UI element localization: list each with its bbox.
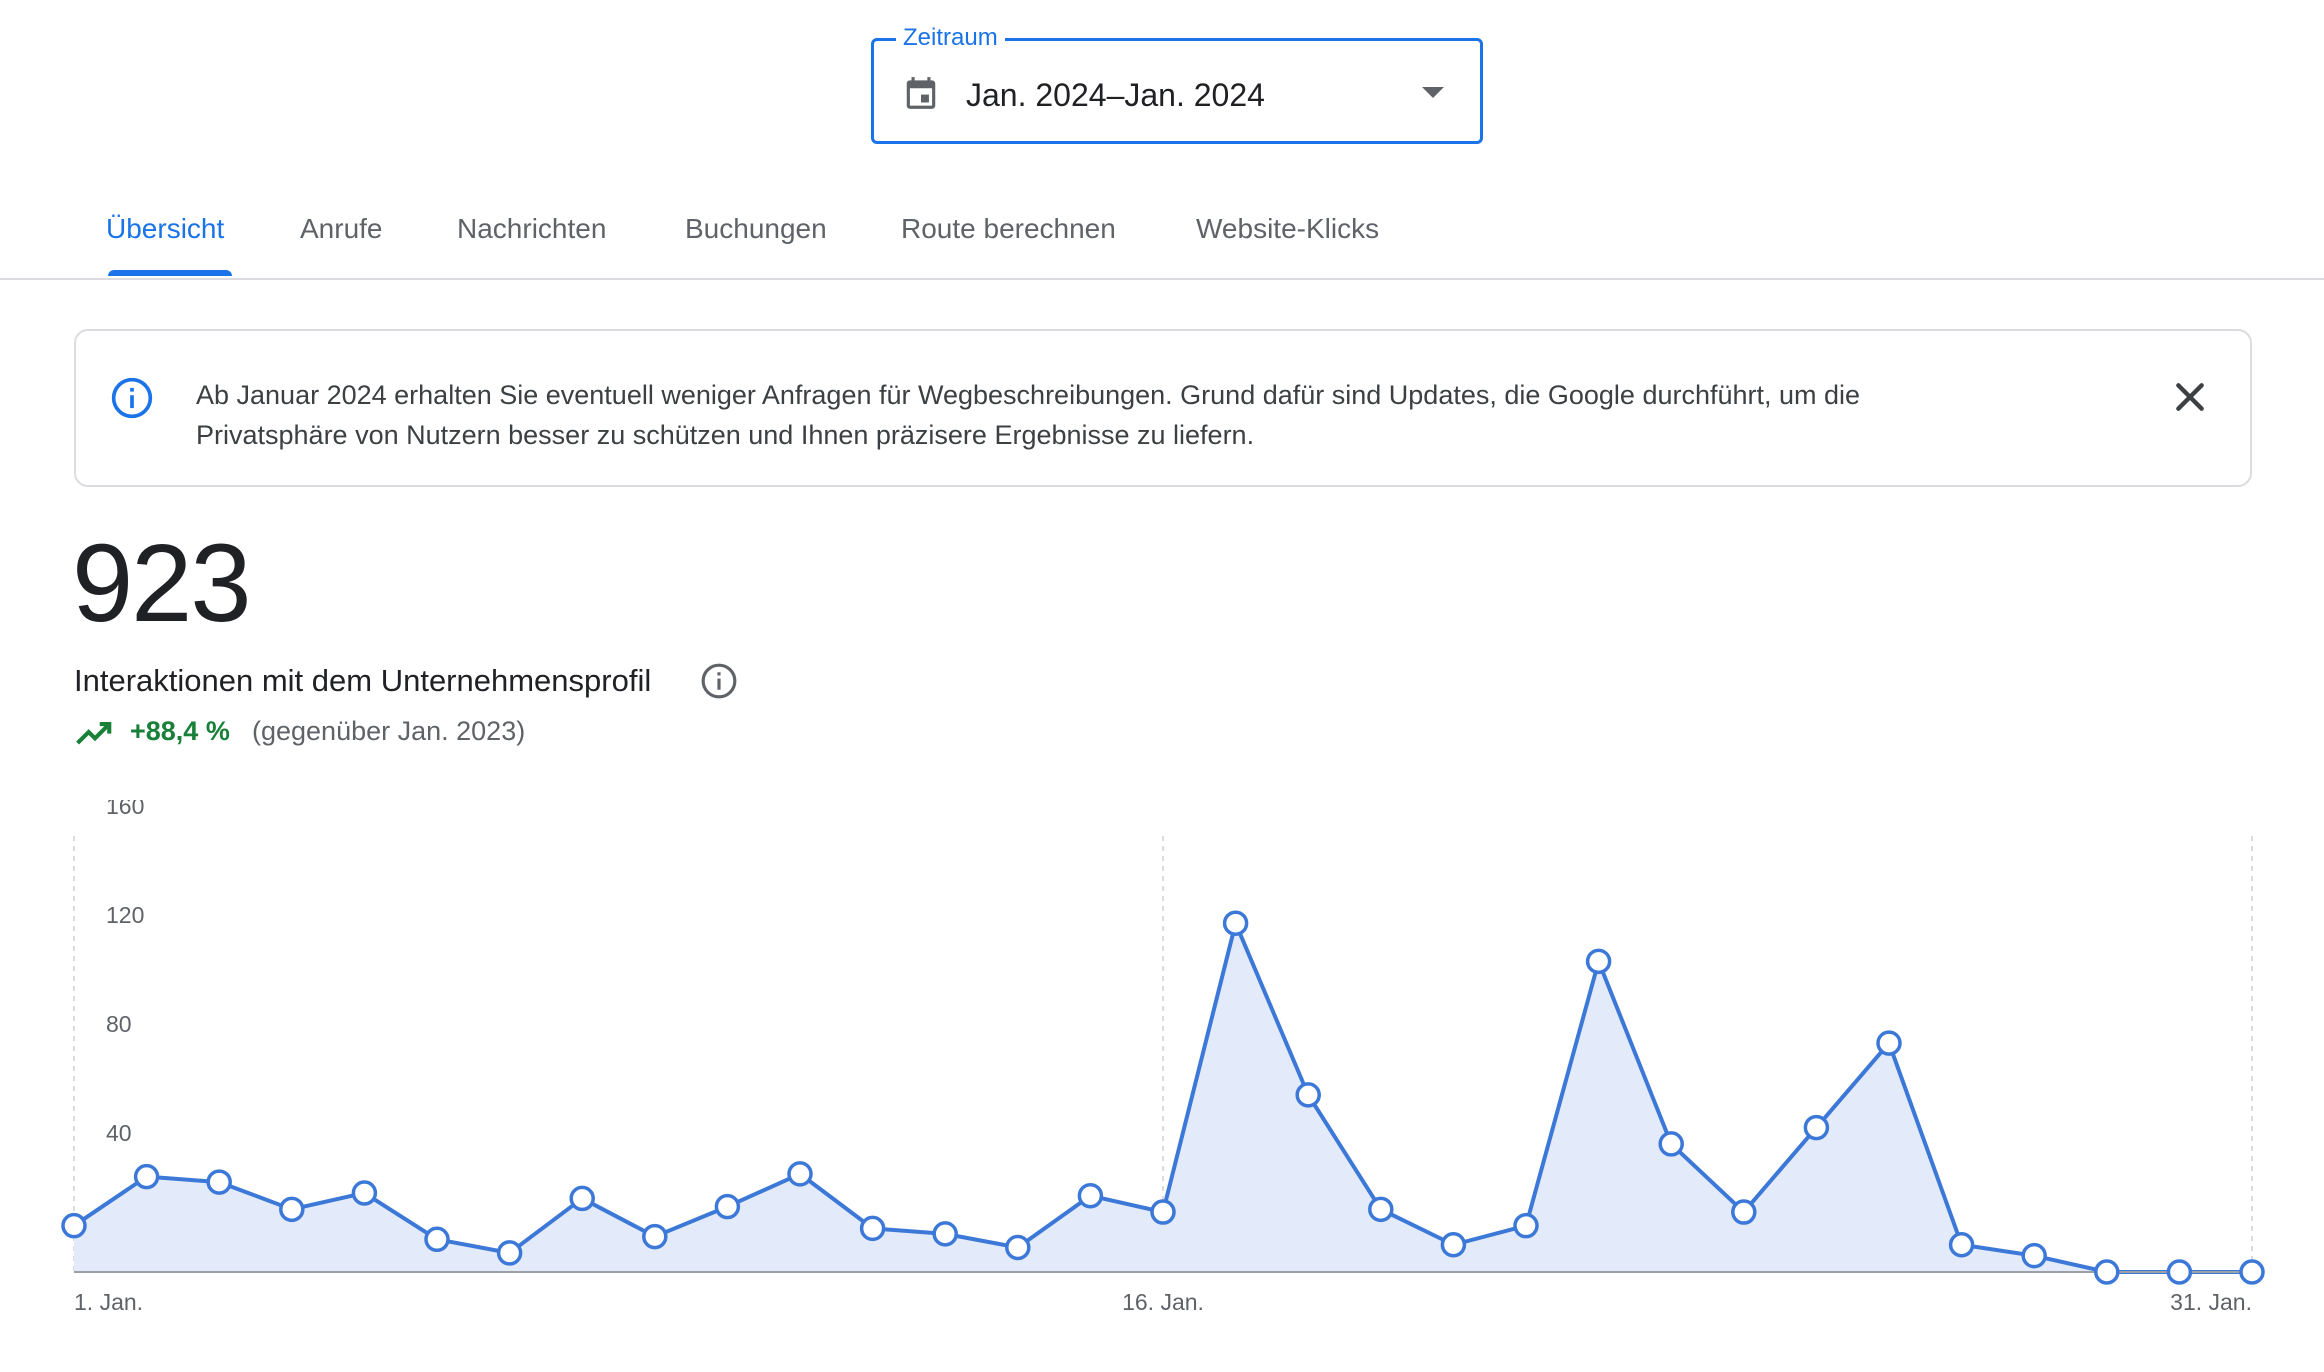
data-point[interactable]	[1440, 1232, 1467, 1258]
tab-overview[interactable]: Übersicht	[106, 212, 224, 246]
interactions-label: Interaktionen mit dem Unternehmensprofil	[74, 663, 652, 698]
data-point[interactable]	[932, 1221, 958, 1247]
data-point[interactable]	[1948, 1232, 1975, 1258]
date-range-label: Zeitraum	[896, 24, 1005, 52]
tabs-divider	[0, 278, 2324, 280]
trend-comparison: (gegenüber Jan. 2023)	[252, 716, 526, 746]
data-point[interactable]	[2166, 1259, 2193, 1285]
data-point[interactable]	[714, 1193, 741, 1220]
data-point[interactable]	[1005, 1234, 1031, 1261]
tab-bar: Übersicht Anrufe Nachrichten Buchungen R…	[0, 190, 2324, 279]
calendar-icon	[906, 77, 936, 109]
date-range-value: Jan. 2024–Jan. 2024	[966, 77, 1265, 113]
data-point[interactable]	[1876, 1030, 1902, 1056]
tab-directions[interactable]: Route berechnen	[901, 212, 1116, 246]
data-point[interactable]	[1731, 1199, 1757, 1225]
data-point[interactable]	[2094, 1259, 2120, 1285]
data-point[interactable]	[1077, 1182, 1104, 1209]
y-tick-label: 160	[106, 800, 144, 819]
interactions-chart: 40 80 120 160 1. Jan. 16. Jan. 31. Jan.	[61, 800, 2265, 1315]
data-point[interactable]	[859, 1215, 886, 1242]
y-tick-label: 80	[106, 1011, 132, 1037]
data-point[interactable]	[787, 1161, 813, 1187]
banner-text-line-2: Privatsphäre von Nutzern besser zu schüt…	[196, 420, 1255, 450]
data-point[interactable]	[1658, 1131, 1684, 1157]
tab-calls[interactable]: Anrufe	[300, 212, 383, 246]
data-point[interactable]	[1803, 1114, 1830, 1141]
banner-text-line-1: Ab Januar 2024 erhalten Sie eventuell we…	[196, 380, 1861, 410]
interactions-total: 923	[72, 522, 252, 645]
tab-messages[interactable]: Nachrichten	[457, 212, 606, 246]
data-point[interactable]	[569, 1185, 595, 1212]
close-icon[interactable]	[2170, 377, 2210, 417]
x-tick-label: 31. Jan.	[2170, 1289, 2252, 1315]
y-tick-label: 40	[106, 1120, 132, 1146]
trending-up-icon	[76, 722, 112, 745]
data-point[interactable]	[133, 1163, 160, 1190]
data-point[interactable]	[424, 1226, 450, 1253]
data-point[interactable]	[1150, 1199, 1176, 1225]
x-tick-label: 1. Jan.	[74, 1289, 143, 1315]
performance-page: Jan. 2024–Jan. 2024 Zeitraum Übersicht A…	[0, 0, 2324, 1372]
info-outline-icon[interactable]	[700, 662, 738, 700]
tab-bookings[interactable]: Buchungen	[685, 212, 827, 246]
data-point[interactable]	[61, 1212, 87, 1239]
data-point[interactable]	[206, 1169, 232, 1195]
y-tick-label: 120	[106, 902, 144, 928]
info-banner: Ab Januar 2024 erhalten Sie eventuell we…	[74, 329, 2252, 487]
tab-website-clicks[interactable]: Website-Klicks	[1196, 212, 1379, 246]
data-point[interactable]	[279, 1196, 305, 1223]
info-icon	[111, 377, 153, 419]
date-range-select[interactable]: Jan. 2024–Jan. 2024	[871, 38, 1483, 144]
data-point[interactable]	[1368, 1196, 1394, 1223]
trend-change: +88,4 %	[130, 716, 230, 746]
data-point[interactable]	[1222, 910, 1249, 936]
data-point[interactable]	[2021, 1242, 2047, 1269]
data-point[interactable]	[642, 1223, 668, 1250]
x-tick-label: 16. Jan.	[1122, 1289, 1204, 1315]
data-point[interactable]	[351, 1180, 378, 1206]
data-point[interactable]	[496, 1240, 523, 1266]
banner-text: Ab Januar 2024 erhalten Sie eventuell we…	[196, 375, 2076, 455]
dropdown-arrow-icon[interactable]	[1422, 87, 1444, 98]
data-point[interactable]	[1513, 1212, 1539, 1239]
data-point[interactable]	[1295, 1082, 1321, 1108]
data-point[interactable]	[2239, 1259, 2265, 1285]
data-point[interactable]	[1585, 948, 1612, 975]
active-tab-indicator	[108, 270, 232, 276]
